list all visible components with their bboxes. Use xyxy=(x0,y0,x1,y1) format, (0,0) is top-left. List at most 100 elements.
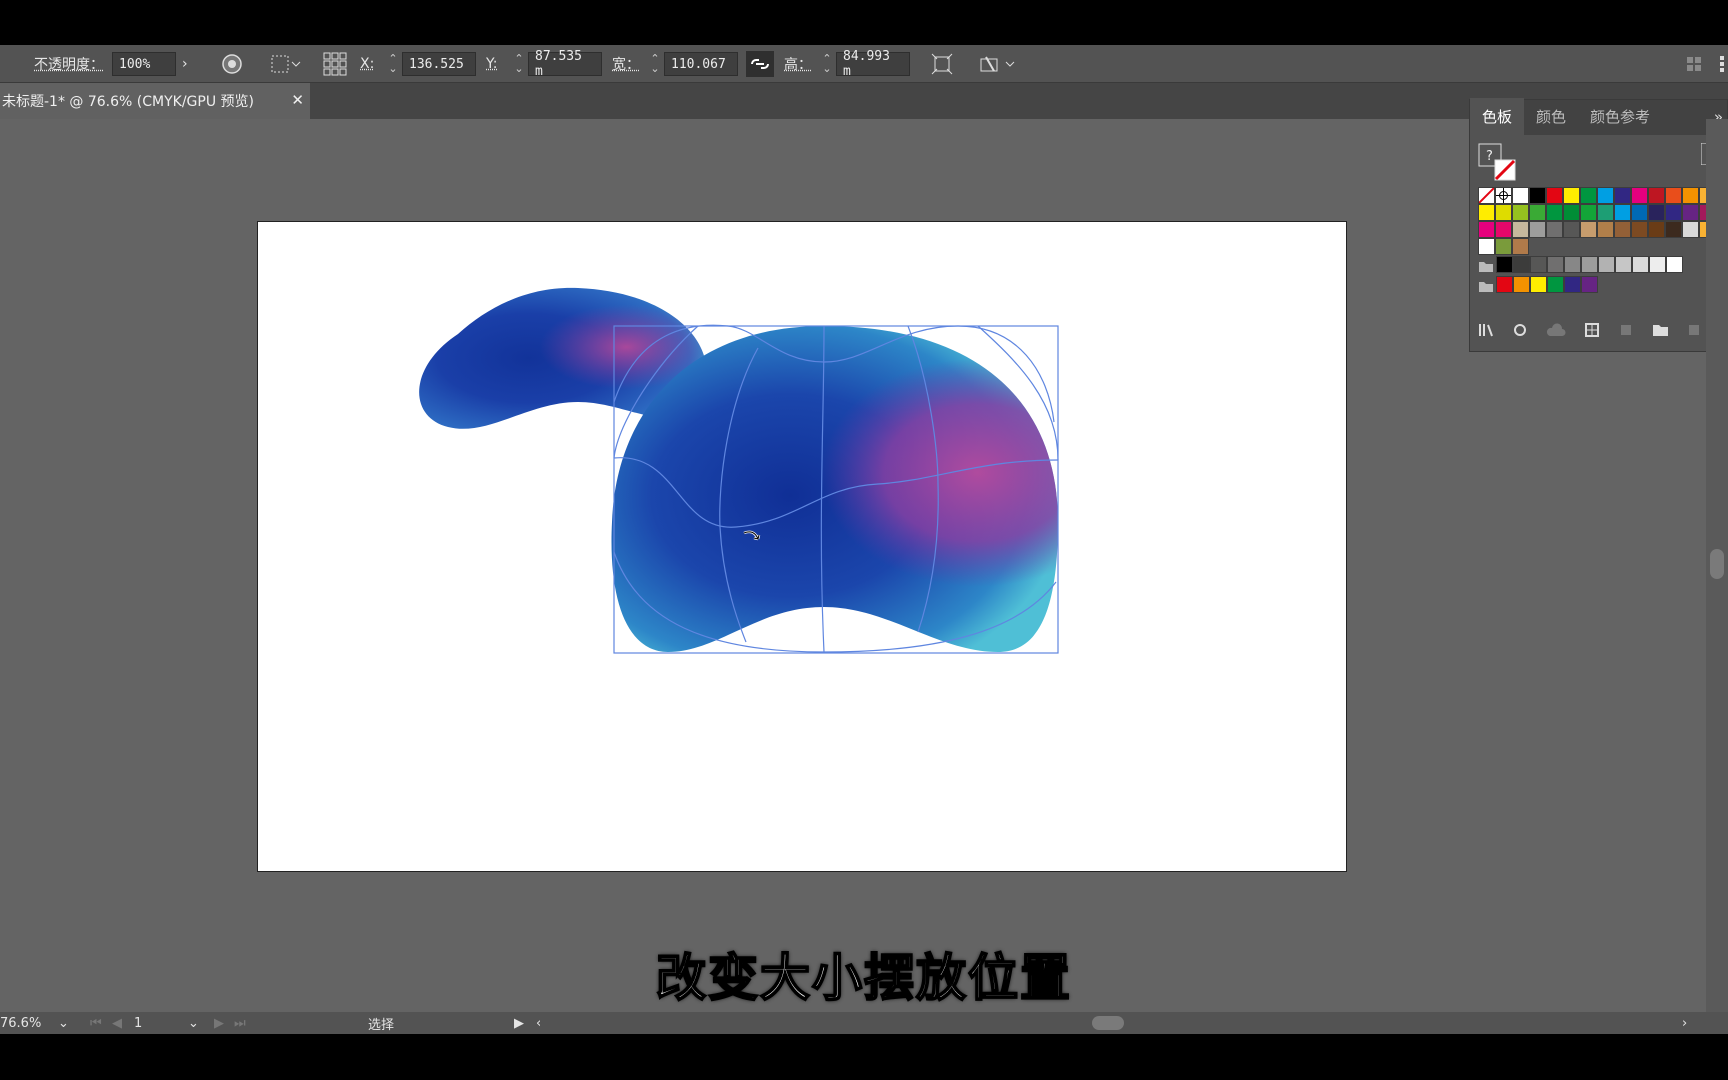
x-spinner[interactable]: ⌃ ⌄ xyxy=(386,45,400,83)
transform-reference-icon[interactable] xyxy=(322,45,348,83)
constrain-link-icon[interactable] xyxy=(746,45,774,83)
swatch[interactable] xyxy=(1597,187,1614,204)
fill-stroke-indicator[interactable]: ? xyxy=(1478,143,1518,187)
height-spinner[interactable]: ⌃ ⌄ xyxy=(820,45,834,83)
swatch[interactable] xyxy=(1648,204,1665,221)
swatch[interactable] xyxy=(1665,221,1682,238)
swatch[interactable] xyxy=(1631,187,1648,204)
swatch[interactable] xyxy=(1529,187,1546,204)
align-icon[interactable] xyxy=(270,45,302,83)
registration-swatch[interactable] xyxy=(1495,187,1512,204)
swatch[interactable] xyxy=(1564,276,1581,293)
none-swatch[interactable] xyxy=(1478,187,1495,204)
swatch[interactable] xyxy=(1546,204,1563,221)
artboard[interactable] xyxy=(257,221,1347,872)
swatch[interactable] xyxy=(1648,221,1665,238)
swatch[interactable] xyxy=(1512,221,1529,238)
swatch[interactable] xyxy=(1478,221,1495,238)
width-spinner[interactable]: ⌃ ⌄ xyxy=(648,45,662,83)
swatch[interactable] xyxy=(1665,204,1682,221)
swatch[interactable] xyxy=(1496,276,1513,293)
swatch[interactable] xyxy=(1581,256,1598,273)
swatch-libraries-icon[interactable] xyxy=(1478,322,1496,338)
chevron-down-icon[interactable]: ⌄ xyxy=(188,1012,199,1034)
spinner-icon[interactable]: ⌃ ⌄ xyxy=(820,53,834,74)
swatch[interactable] xyxy=(1682,204,1699,221)
scrollbar-thumb[interactable] xyxy=(1710,549,1724,579)
swatch[interactable] xyxy=(1478,204,1495,221)
swatch-pattern[interactable] xyxy=(1512,238,1529,255)
folder-icon[interactable] xyxy=(1478,278,1494,297)
spinner-icon[interactable]: ⌃ ⌄ xyxy=(386,53,400,74)
swatch[interactable] xyxy=(1614,187,1631,204)
swatch[interactable] xyxy=(1649,256,1666,273)
swatch-options-icon[interactable] xyxy=(1584,322,1602,338)
play-icon[interactable]: ▶ xyxy=(514,1012,524,1034)
swatch[interactable] xyxy=(1563,204,1580,221)
warp-icon[interactable] xyxy=(978,45,1018,83)
swatch[interactable] xyxy=(1598,256,1615,273)
horizontal-scrollbar-thumb[interactable] xyxy=(1092,1016,1124,1030)
swatch[interactable] xyxy=(1631,204,1648,221)
swatch[interactable] xyxy=(1529,221,1546,238)
y-input[interactable]: 87.535 m xyxy=(528,49,602,79)
swatch[interactable] xyxy=(1614,204,1631,221)
swatch[interactable] xyxy=(1496,256,1513,273)
swatch[interactable] xyxy=(1547,256,1564,273)
panel-menu-icon[interactable] xyxy=(1718,45,1726,83)
swatch[interactable] xyxy=(1513,256,1530,273)
swatch[interactable] xyxy=(1682,221,1699,238)
swatch-pattern[interactable] xyxy=(1495,238,1512,255)
swatch[interactable] xyxy=(1580,204,1597,221)
swatch[interactable] xyxy=(1530,256,1547,273)
swatch[interactable] xyxy=(1530,276,1547,293)
color-group-icon[interactable] xyxy=(1618,322,1636,338)
swatch[interactable] xyxy=(1529,204,1546,221)
recolor-icon[interactable] xyxy=(221,45,243,83)
x-input[interactable]: 136.525 xyxy=(402,52,476,76)
swatch[interactable] xyxy=(1563,221,1580,238)
swatch[interactable] xyxy=(1597,221,1614,238)
chevron-right-icon[interactable]: › xyxy=(182,45,188,83)
swatch[interactable] xyxy=(1597,204,1614,221)
swatch[interactable] xyxy=(1580,187,1597,204)
height-input[interactable]: 84.993 m xyxy=(836,49,910,79)
swatch[interactable] xyxy=(1513,276,1530,293)
tab-color-guide[interactable]: 颜色参考 xyxy=(1578,106,1662,135)
document-tab[interactable]: 未标题-1* @ 76.6% (CMYK/GPU 预览) ✕ xyxy=(0,83,310,119)
swatch[interactable] xyxy=(1512,204,1529,221)
swatch[interactable] xyxy=(1495,221,1512,238)
tab-swatches[interactable]: 色板 xyxy=(1470,98,1525,135)
swatch-pattern[interactable] xyxy=(1478,238,1495,255)
scroll-left-icon[interactable]: ‹ xyxy=(536,1012,541,1034)
swatch[interactable] xyxy=(1495,204,1512,221)
show-swatch-kinds-icon[interactable] xyxy=(1512,322,1530,338)
swatch[interactable] xyxy=(1581,276,1598,293)
first-page-icon[interactable]: ⏮ xyxy=(90,1012,102,1034)
prev-page-icon[interactable]: ◀ xyxy=(112,1012,122,1034)
folder-icon[interactable] xyxy=(1478,258,1494,277)
page-number-input[interactable]: 1 xyxy=(134,1012,142,1034)
vertical-scrollbar[interactable] xyxy=(1706,119,1728,1012)
swatch[interactable] xyxy=(1547,276,1564,293)
swatch[interactable] xyxy=(1512,187,1529,204)
transform-icon[interactable] xyxy=(930,45,954,83)
y-spinner[interactable]: ⌃ ⌄ xyxy=(512,45,526,83)
tab-color[interactable]: 颜色 xyxy=(1524,106,1578,135)
swatch[interactable] xyxy=(1665,187,1682,204)
next-page-icon[interactable]: ▶ xyxy=(214,1012,224,1034)
new-swatch-icon[interactable] xyxy=(1686,322,1704,338)
spinner-icon[interactable]: ⌃ ⌄ xyxy=(648,53,662,74)
swatch[interactable] xyxy=(1632,256,1649,273)
swatch[interactable] xyxy=(1580,221,1597,238)
swatch[interactable] xyxy=(1546,187,1563,204)
swatch[interactable] xyxy=(1682,187,1699,204)
swatch[interactable] xyxy=(1666,256,1683,273)
swatch[interactable] xyxy=(1614,221,1631,238)
chevron-down-icon[interactable]: ⌄ xyxy=(58,1012,69,1034)
zoom-value[interactable]: 76.6% xyxy=(0,1012,41,1034)
swatch[interactable] xyxy=(1631,221,1648,238)
opacity-input[interactable]: 100% xyxy=(112,52,176,76)
last-page-icon[interactable]: ⏭ xyxy=(234,1012,246,1034)
swatch[interactable] xyxy=(1648,187,1665,204)
